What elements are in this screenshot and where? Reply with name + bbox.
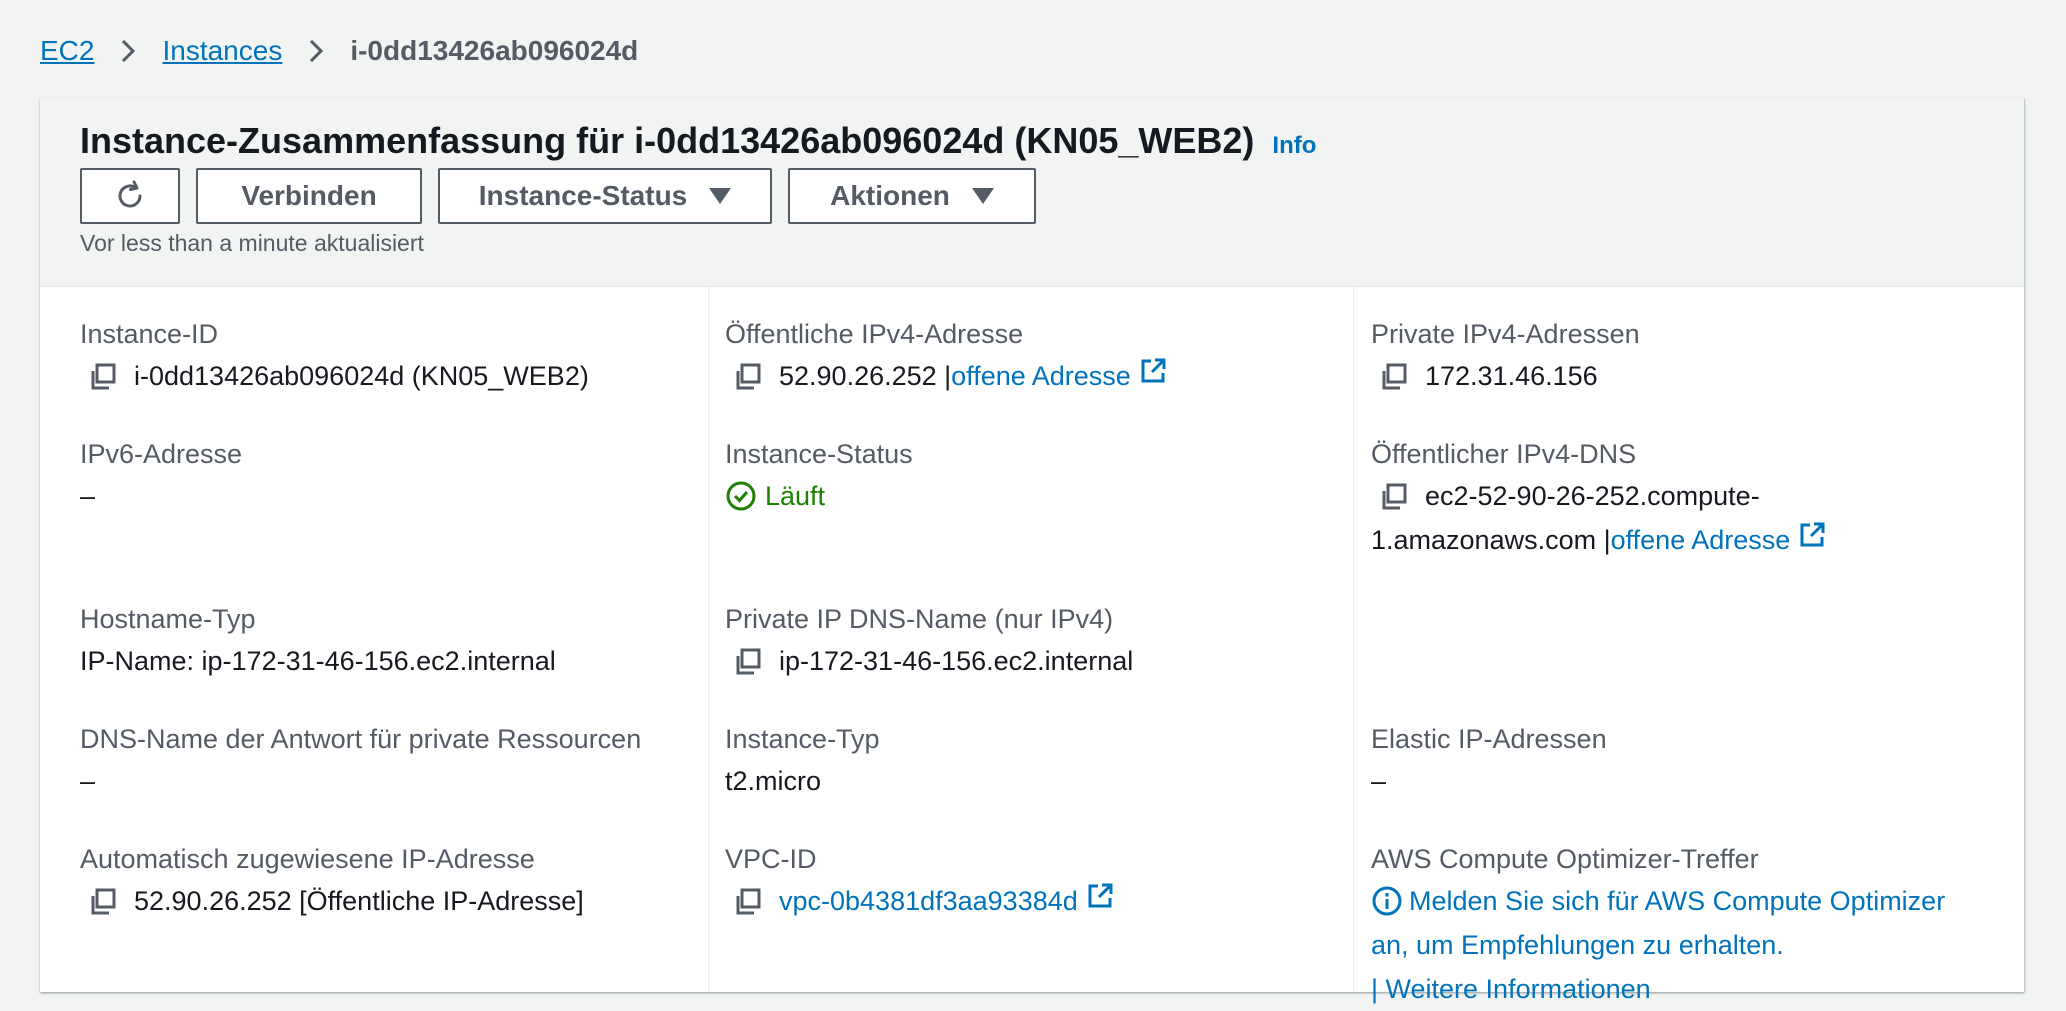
field-public-dns: Öffentlicher IPv4-DNS ec2-52-90-26-252.c… — [1371, 434, 1826, 562]
public-dns-value-line1: ec2-52-90-26-252.compute- — [1425, 481, 1760, 511]
field-instance-status: Instance-Status Läuft — [725, 434, 913, 518]
breadcrumb: EC2 Instances i-0dd13426ab096024d — [40, 30, 638, 72]
success-check-icon — [725, 480, 757, 512]
optimizer-optin-link-line1[interactable]: Melden Sie sich für AWS Compute Optimize… — [1409, 879, 1945, 923]
page-title: Instance-Zusammenfassung für i-0dd13426a… — [80, 120, 1255, 161]
breadcrumb-instances-link[interactable]: Instances — [162, 35, 282, 67]
actions-dropdown-label: Aktionen — [830, 180, 950, 211]
field-public-ipv4: Öffentliche IPv4-Adresse 52.90.26.252 | … — [725, 314, 1167, 398]
copy-icon[interactable] — [733, 646, 763, 676]
info-link[interactable]: Info — [1272, 132, 1316, 160]
connect-button[interactable]: Verbinden — [196, 168, 422, 224]
field-ipv6: IPv6-Adresse – — [80, 434, 242, 518]
elastic-ip-value: – — [1371, 766, 1387, 796]
field-label: Instance-ID — [80, 319, 219, 349]
field-auto-ip: Automatisch zugewiesene IP-Adresse 52.90… — [80, 839, 584, 923]
field-label: Private IP DNS-Name (nur IPv4) — [725, 604, 1114, 634]
instance-id-value: i-0dd13426ab096024d (KN05_WEB2) — [134, 361, 589, 391]
field-label: Elastic IP-Adressen — [1371, 724, 1607, 754]
field-private-ipv4: Private IPv4-Adressen 172.31.46.156 — [1371, 314, 1640, 398]
info-circle-icon — [1371, 885, 1403, 917]
field-hostname-type: Hostname-Typ IP-Name: ip-172-31-46-156.e… — [80, 599, 556, 683]
field-label: Öffentliche IPv4-Adresse — [725, 319, 1024, 349]
instance-summary-panel: Instance-Zusammenfassung für i-0dd13426a… — [40, 98, 2024, 1004]
field-elastic-ip: Elastic IP-Adressen – — [1371, 719, 1607, 803]
external-link-icon[interactable] — [1798, 518, 1826, 562]
field-label: Hostname-Typ — [80, 604, 256, 634]
dns-private-resource-value: – — [80, 766, 96, 796]
chevron-right-icon — [120, 38, 136, 64]
copy-icon[interactable] — [1379, 481, 1409, 511]
action-bar: Verbinden Instance-Status Aktionen — [80, 168, 1036, 224]
public-ipv4-value: 52.90.26.252 | — [779, 361, 952, 391]
column-divider — [708, 286, 709, 992]
field-label: IPv6-Adresse — [80, 439, 243, 469]
vpc-id-link[interactable]: vpc-0b4381df3aa93384d — [779, 879, 1078, 923]
field-label: DNS-Name der Antwort für private Ressour… — [80, 724, 642, 754]
public-dns-value-line2: 1.amazonaws.com | — [1371, 525, 1611, 555]
refresh-icon — [118, 180, 142, 208]
field-compute-optimizer: AWS Compute Optimizer-Treffer Melden Sie… — [1371, 839, 1945, 1011]
field-label: Private IPv4-Adressen — [1371, 319, 1640, 349]
optimizer-optin-link-line2[interactable]: an, um Empfehlungen zu erhalten. — [1371, 923, 1784, 967]
ipv6-value: – — [80, 481, 96, 511]
copy-icon[interactable] — [733, 361, 763, 391]
field-instance-type: Instance-Typ t2.micro — [725, 719, 880, 803]
title-row: Instance-Zusammenfassung für i-0dd13426a… — [80, 120, 1316, 162]
auto-ip-value: 52.90.26.252 [Öffentliche IP-Adresse] — [134, 886, 584, 916]
instance-type-value: t2.micro — [725, 766, 822, 796]
copy-icon[interactable] — [88, 886, 118, 916]
caret-down-icon — [709, 188, 732, 204]
field-vpc-id: VPC-ID vpc-0b4381df3aa93384d — [725, 839, 1114, 923]
instance-status-dropdown-label: Instance-Status — [478, 180, 688, 211]
instance-status-dropdown[interactable]: Instance-Status — [438, 168, 772, 224]
field-instance-id: Instance-ID i-0dd13426ab096024d (KN05_WE… — [80, 314, 589, 398]
copy-icon[interactable] — [1379, 361, 1409, 391]
last-updated-text: Vor less than a minute aktualisiert — [80, 230, 424, 256]
refresh-button[interactable] — [80, 168, 180, 224]
external-link-icon[interactable] — [1086, 879, 1114, 923]
field-private-dns: Private IP DNS-Name (nur IPv4) ip-172-31… — [725, 599, 1133, 683]
private-dns-value: ip-172-31-46-156.ec2.internal — [779, 646, 1134, 676]
copy-icon[interactable] — [733, 886, 763, 916]
actions-dropdown[interactable]: Aktionen — [788, 168, 1036, 224]
breadcrumb-ec2-link[interactable]: EC2 — [40, 35, 94, 67]
breadcrumb-current: i-0dd13426ab096024d — [350, 35, 639, 66]
hostname-type-value: IP-Name: ip-172-31-46-156.ec2.internal — [80, 646, 556, 676]
field-label: Öffentlicher IPv4-DNS — [1371, 439, 1637, 469]
more-info-link[interactable]: | Weitere Informationen — [1371, 967, 1651, 1011]
open-address-link[interactable]: offene Adresse — [951, 354, 1131, 398]
private-ipv4-value: 172.31.46.156 — [1425, 361, 1598, 391]
field-label: Automatisch zugewiesene IP-Adresse — [80, 844, 535, 874]
open-address-link[interactable]: offene Adresse — [1611, 518, 1791, 562]
panel-header: Instance-Zusammenfassung für i-0dd13426a… — [40, 98, 2024, 287]
instance-status-value: Läuft — [765, 481, 826, 511]
field-label: VPC-ID — [725, 844, 817, 874]
field-label: Instance-Status — [725, 439, 913, 469]
copy-icon[interactable] — [88, 361, 118, 391]
field-dns-private-resource: DNS-Name der Antwort für private Ressour… — [80, 719, 641, 803]
chevron-right-icon — [308, 38, 324, 64]
field-label: Instance-Typ — [725, 724, 880, 754]
caret-down-icon — [971, 188, 994, 204]
field-label: AWS Compute Optimizer-Treffer — [1371, 844, 1759, 874]
external-link-icon[interactable] — [1139, 354, 1167, 398]
column-divider — [1353, 286, 1354, 992]
